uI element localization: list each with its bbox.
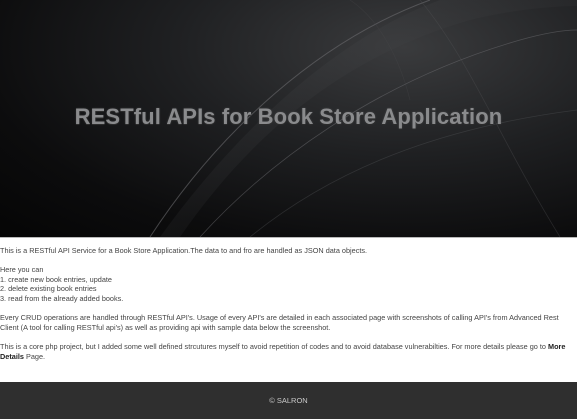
footer-copyright: © SALRON xyxy=(269,396,308,405)
footer: © SALRON xyxy=(0,382,577,419)
list-item: 1. create new book entries, update xyxy=(0,274,112,284)
list-item: 2. delete existing book entries xyxy=(0,284,97,294)
core-paragraph: This is a core php project, but I added … xyxy=(0,342,572,361)
list-heading: Here you can xyxy=(0,265,44,275)
main-content: This is a RESTful API Service for a Book… xyxy=(0,246,572,361)
crud-paragraph: Every CRUD operations are handled throug… xyxy=(0,313,559,332)
core-paragraph-suffix: Page. xyxy=(23,351,46,361)
page-title: RESTful APIs for Book Store Application xyxy=(74,104,503,129)
core-paragraph-text: This is a core php project, but I added … xyxy=(0,341,548,351)
list-item: 3. read from the already added books. xyxy=(0,293,124,303)
intro-text: This is a RESTful API Service for a Book… xyxy=(0,246,368,255)
hero-banner: RESTful APIs for Book Store Application xyxy=(0,0,577,238)
